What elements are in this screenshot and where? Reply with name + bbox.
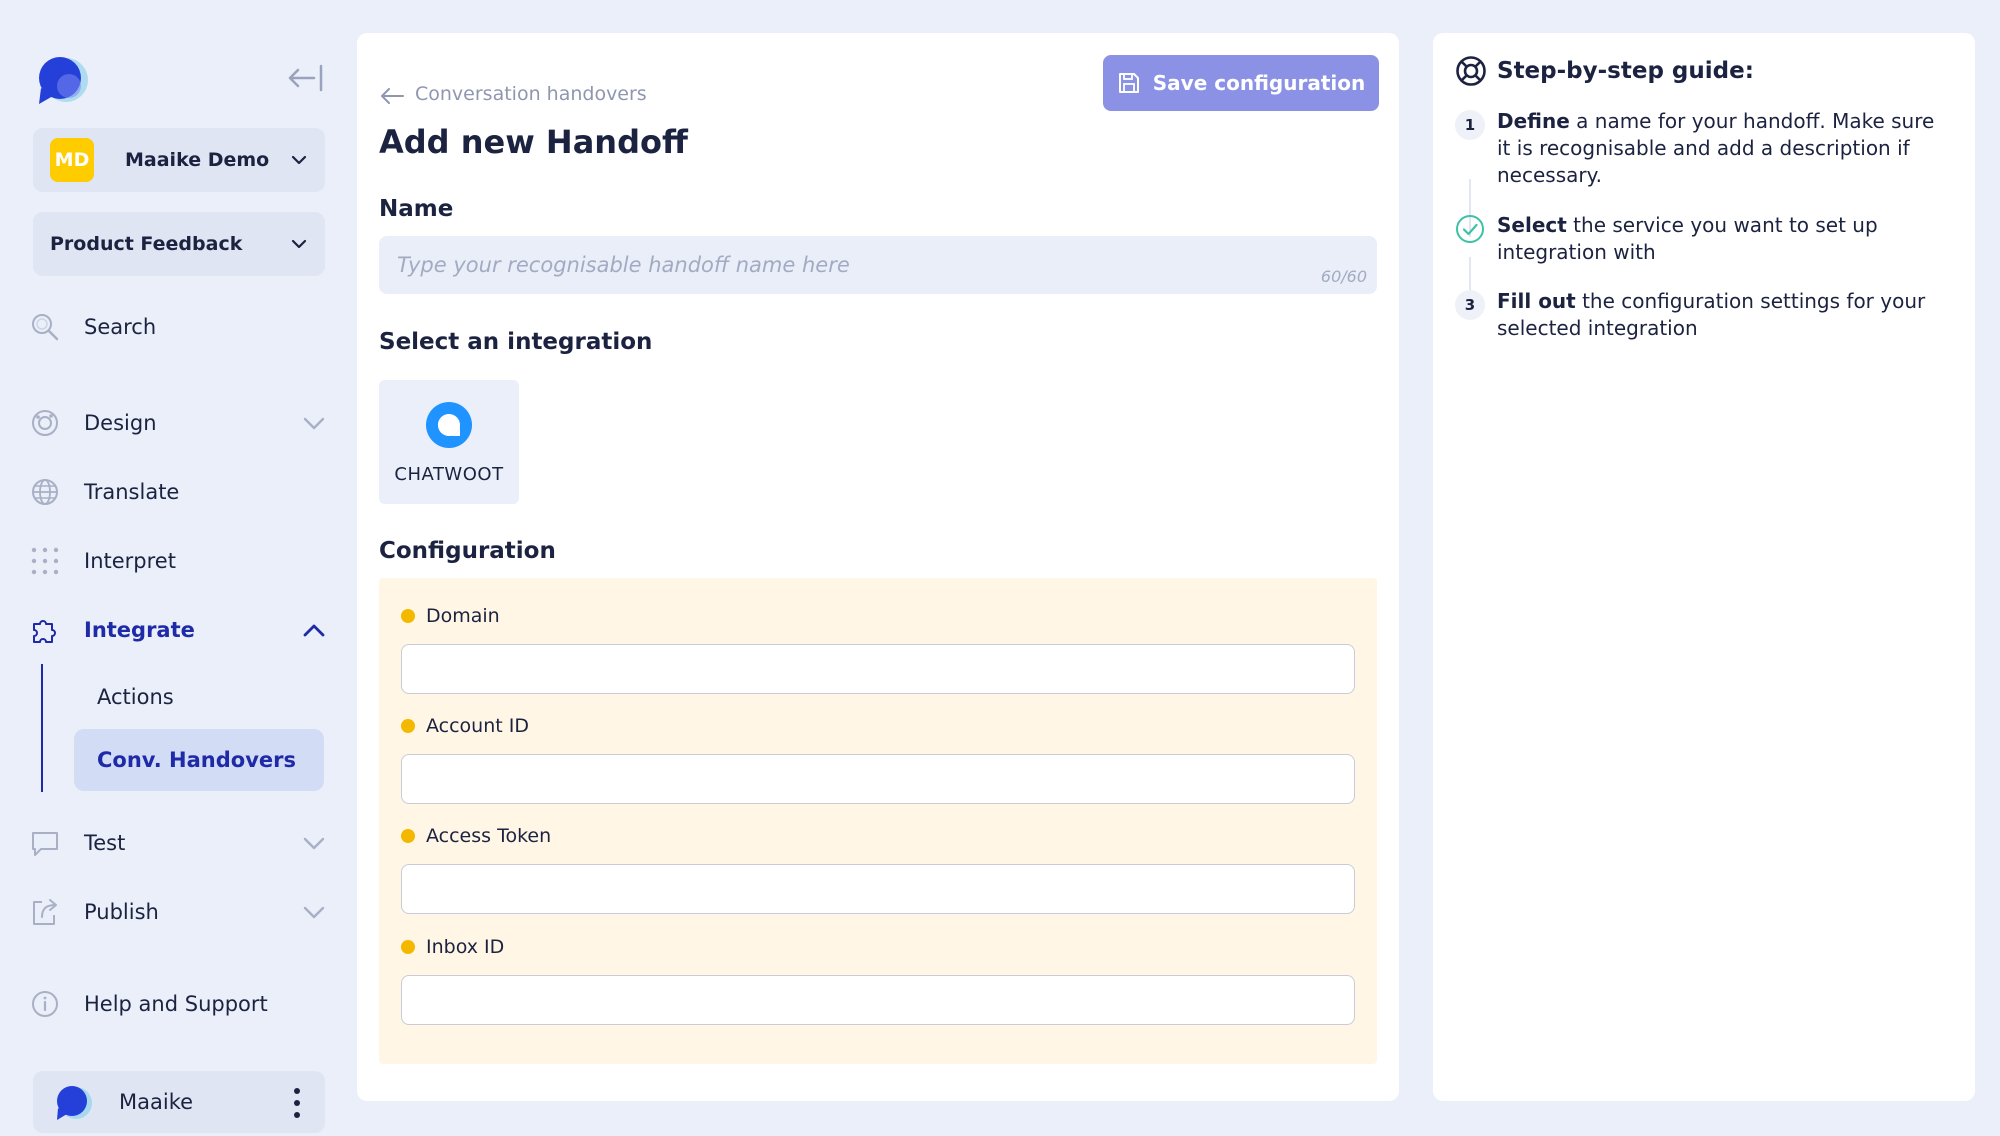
chat-bubble-logo-icon[interactable] [33, 52, 91, 108]
step-number: 3 [1455, 290, 1485, 320]
inbox-id-input[interactable] [401, 975, 1355, 1025]
sidebar: MD Maaike Demo Product Feedback Search D… [0, 0, 355, 1136]
handoff-form-card: Conversation handovers Save configuratio… [357, 33, 1399, 1101]
guide-step-1: 1 Define a name for your handoff. Make s… [1455, 108, 1955, 189]
name-section-label: Name [379, 196, 454, 222]
access-token-label-text: Access Token [426, 825, 552, 847]
workspace-name: Maaike Demo [125, 149, 270, 171]
workspace-avatar: MD [50, 138, 94, 182]
integration-name: CHATWOOT [394, 464, 504, 485]
required-dot-icon [401, 829, 415, 843]
avatar [57, 1086, 92, 1120]
inbox-id-label: Inbox ID [401, 936, 504, 958]
configuration-panel: Domain Account ID Access Token Inbox ID [379, 578, 1377, 1064]
submenu-indicator-line [41, 664, 43, 792]
character-counter: 60/60 [1320, 267, 1367, 286]
sidebar-item-label: Publish [84, 900, 159, 924]
sidebar-item-interpret[interactable]: Interpret [30, 539, 330, 583]
puzzle-icon [30, 615, 60, 645]
guide-header: Step-by-step guide: [1455, 55, 1754, 87]
required-dot-icon [401, 940, 415, 954]
sidebar-item-publish[interactable]: Publish [30, 890, 330, 934]
chevron-down-icon [303, 417, 325, 430]
chevron-up-icon [303, 624, 325, 637]
name-field-container: 60/60 [379, 236, 1377, 294]
page-title: Add new Handoff [379, 123, 688, 161]
save-configuration-button[interactable]: Save configuration [1103, 55, 1379, 111]
chevron-down-icon [291, 155, 307, 165]
sidebar-subitem-actions[interactable]: Actions [74, 666, 324, 728]
sidebar-item-label: Test [84, 831, 126, 855]
sidebar-item-label: Integrate [84, 618, 195, 642]
sidebar-item-label: Help and Support [84, 992, 268, 1016]
floppy-disk-icon [1118, 73, 1139, 93]
inbox-id-label-text: Inbox ID [426, 936, 505, 958]
share-icon [30, 897, 60, 927]
sidebar-item-search[interactable]: Search [30, 305, 330, 349]
chatwoot-logo-icon [426, 402, 472, 448]
user-profile[interactable]: Maaike [33, 1071, 325, 1133]
step-text: Define a name for your handoff. Make sur… [1497, 108, 1952, 189]
sidebar-item-integrate[interactable]: Integrate [30, 608, 330, 652]
step-guide-card: Step-by-step guide: 1 Define a name for … [1433, 33, 1975, 1101]
step-keyword: Fill out [1497, 289, 1576, 313]
integration-option-chatwoot[interactable]: CHATWOOT [379, 380, 519, 504]
chat-bubble-icon [30, 828, 60, 858]
required-dot-icon [401, 609, 415, 623]
sidebar-item-label: Interpret [84, 549, 176, 573]
account-id-label-text: Account ID [426, 715, 529, 737]
domain-label-text: Domain [426, 605, 500, 627]
integration-section-label: Select an integration [379, 329, 653, 355]
step-keyword: Define [1497, 109, 1570, 133]
search-icon [30, 312, 60, 342]
sidebar-item-design[interactable]: Design [30, 401, 330, 445]
domain-input[interactable] [401, 644, 1355, 694]
configuration-section-label: Configuration [379, 538, 556, 564]
handoff-name-input[interactable] [379, 236, 1377, 294]
guide-step-2: Select the service you want to set up in… [1455, 212, 1955, 266]
save-button-label: Save configuration [1152, 71, 1366, 95]
dots-grid-icon [30, 546, 60, 576]
chevron-down-icon [303, 906, 325, 919]
more-vertical-icon[interactable] [293, 1087, 301, 1119]
sidebar-item-test[interactable]: Test [30, 821, 330, 865]
step-text: Fill out the configuration settings for … [1497, 288, 1952, 342]
access-token-label: Access Token [401, 825, 551, 847]
check-circle-icon [1455, 214, 1485, 244]
palette-icon [30, 408, 60, 438]
guide-title: Step-by-step guide: [1497, 58, 1754, 84]
chevron-down-icon [291, 239, 307, 249]
sidebar-item-label: Translate [84, 480, 180, 504]
sidebar-item-translate[interactable]: Translate [30, 470, 330, 514]
sidebar-item-label: Search [84, 315, 157, 339]
domain-label: Domain [401, 605, 500, 627]
sidebar-subitem-handovers[interactable]: Conv. Handovers [74, 729, 324, 791]
workspace-selector[interactable]: MD Maaike Demo [33, 128, 325, 192]
account-id-label: Account ID [401, 715, 529, 737]
collapse-sidebar-icon[interactable] [286, 62, 326, 94]
info-icon [30, 989, 60, 1019]
required-dot-icon [401, 719, 415, 733]
arrow-left-icon [381, 88, 404, 104]
chevron-down-icon [303, 837, 325, 850]
step-number: 1 [1455, 110, 1485, 140]
access-token-input[interactable] [401, 864, 1355, 914]
sidebar-item-help[interactable]: Help and Support [30, 982, 330, 1026]
lifebuoy-icon [1456, 56, 1486, 86]
project-selector[interactable]: Product Feedback [33, 212, 325, 276]
guide-step-3: 3 Fill out the configuration settings fo… [1455, 288, 1955, 342]
project-name: Product Feedback [50, 233, 243, 255]
user-name: Maaike [119, 1090, 194, 1114]
step-text: Select the service you want to set up in… [1497, 212, 1952, 266]
breadcrumb-label: Conversation handovers [415, 83, 647, 105]
globe-icon [30, 477, 60, 507]
sidebar-item-label: Design [84, 411, 157, 435]
account-id-input[interactable] [401, 754, 1355, 804]
step-keyword: Select [1497, 213, 1567, 237]
